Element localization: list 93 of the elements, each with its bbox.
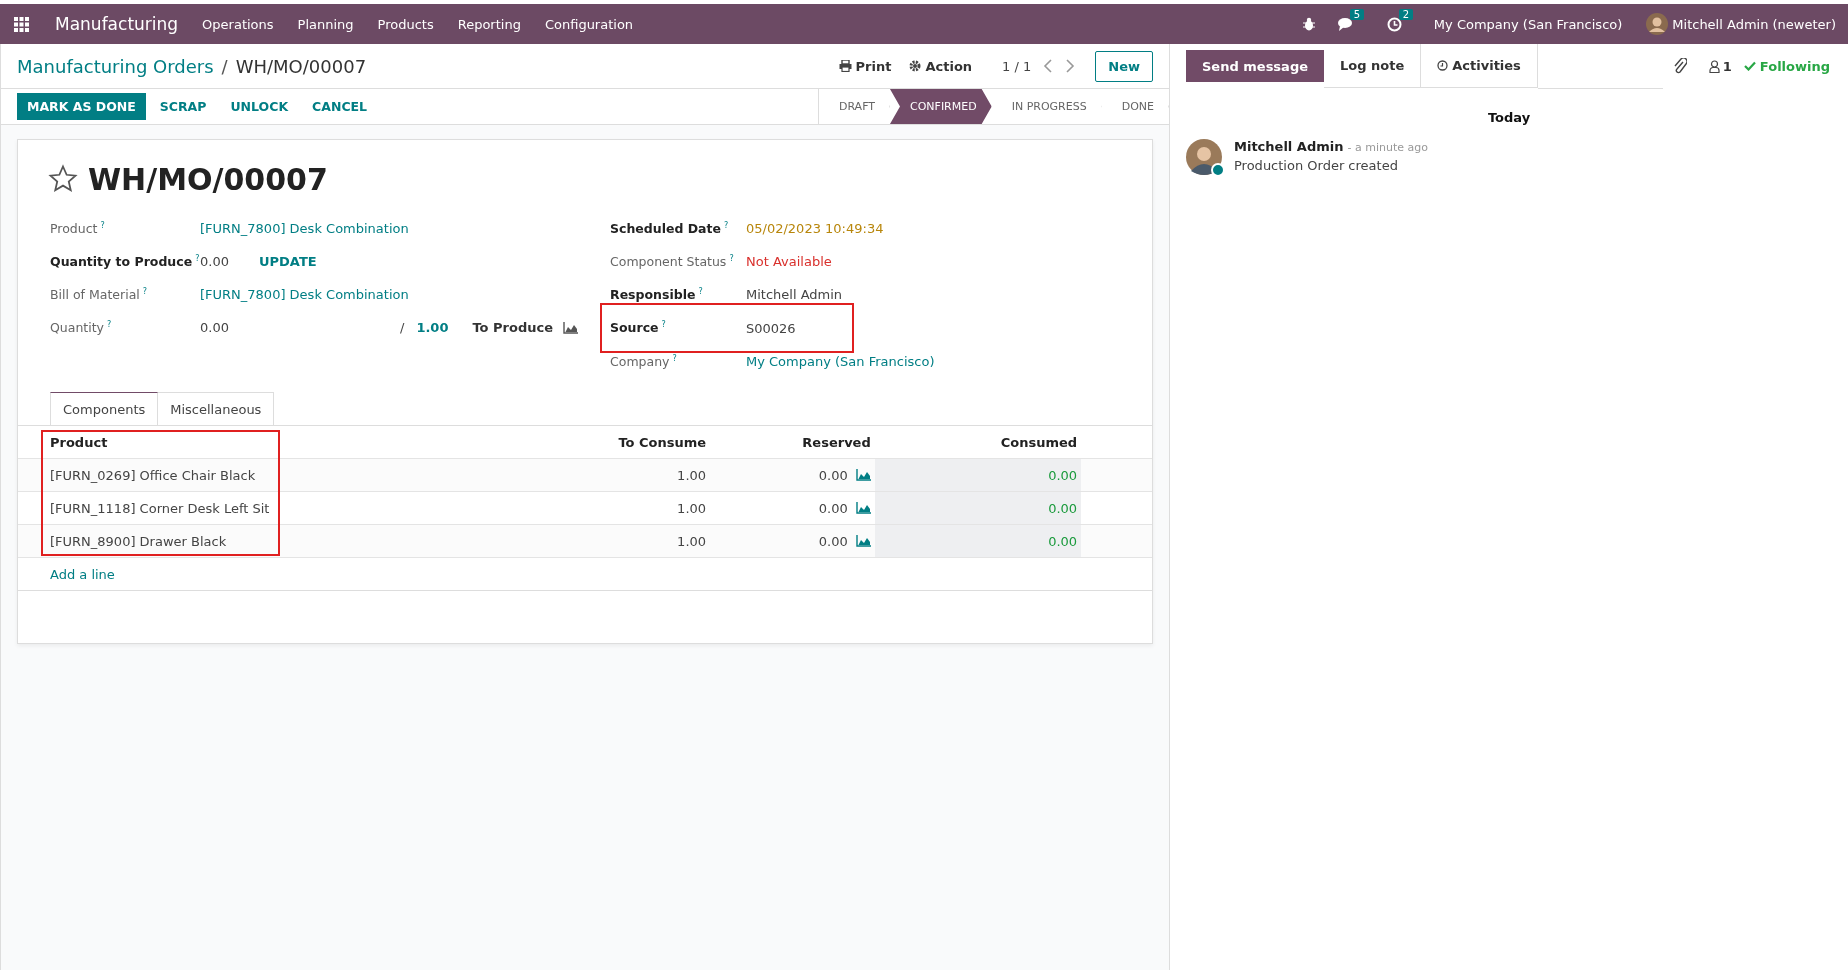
field-label: Company $^{?}$ xyxy=(610,353,678,370)
new-button[interactable]: New xyxy=(1095,50,1153,82)
field-label: Product $^{?}$ xyxy=(50,220,106,237)
table-cell: 1.00 xyxy=(514,458,711,492)
menu-item[interactable]: Reporting xyxy=(457,16,521,32)
add-line-link[interactable]: Add a line xyxy=(50,566,115,582)
table-cell: 0.00 xyxy=(874,491,1082,525)
company-switcher[interactable]: My Company (San Francisco) xyxy=(1433,16,1623,32)
notebook-tab[interactable]: Components xyxy=(50,392,159,426)
breadcrumb-separator: / xyxy=(221,55,228,77)
status-step[interactable]: DRAFT xyxy=(818,89,890,124)
clock-icon xyxy=(1437,60,1449,71)
separator-text: / xyxy=(400,320,405,335)
message-text: Production Order created xyxy=(1234,158,1399,173)
notebook-tab[interactable]: Miscellaneous xyxy=(158,392,275,426)
clock-icon[interactable] xyxy=(1386,16,1402,32)
log-note-button[interactable]: Log note xyxy=(1324,44,1421,88)
user-menu[interactable]: Mitchell Admin (neweter) xyxy=(1672,16,1836,32)
message-count-badge: 5 xyxy=(1349,8,1365,20)
field-label: Responsible $^{?}$ xyxy=(610,286,704,303)
field-label: Quantity $^{?}$ xyxy=(50,319,113,336)
action-button[interactable]: UNLOCK xyxy=(220,93,299,120)
field-label: Component Status $^{?}$ xyxy=(610,253,735,270)
field-label: Bill of Material $^{?}$ xyxy=(50,286,149,303)
user-avatar-icon[interactable] xyxy=(1646,13,1669,35)
action-button[interactable]: SCRAP xyxy=(149,93,217,120)
field-value[interactable]: 0.00 xyxy=(200,254,229,269)
breadcrumb-current: WH/MO/00007 xyxy=(235,55,367,77)
menu-item[interactable]: Configuration xyxy=(544,16,634,32)
area-chart-icon[interactable] xyxy=(855,535,871,547)
status-step[interactable]: DONE xyxy=(1101,89,1169,124)
printer-icon xyxy=(838,60,852,72)
status-step[interactable]: CONFIRMED xyxy=(890,89,992,124)
table-cell: [FURN_0269] Office Chair Black xyxy=(18,458,515,492)
pager-value: 1 / 1 xyxy=(1002,58,1032,74)
field-link[interactable]: My Company (San Francisco) xyxy=(746,354,935,369)
table-cell: 0.00 xyxy=(818,467,848,483)
menu-item[interactable]: Products xyxy=(377,16,434,32)
message-time: - a minute ago xyxy=(1347,141,1429,154)
action-button[interactable]: CANCEL xyxy=(302,93,378,120)
table-cell: 1.00 xyxy=(514,524,711,558)
print-button[interactable]: Print xyxy=(838,58,892,74)
field-label: To Produce xyxy=(472,320,554,335)
column-header[interactable]: To Consume xyxy=(514,426,711,459)
table-cell: [FURN_8900] Drawer Black xyxy=(18,524,515,558)
record-title: WH/MO/00007 xyxy=(88,161,328,197)
table-cell: 1.00 xyxy=(514,491,711,525)
column-header[interactable]: Consumed xyxy=(874,426,1082,459)
menu-item[interactable]: Operations xyxy=(202,16,274,32)
app-name[interactable]: Manufacturing xyxy=(55,14,179,34)
field-value: Not Available xyxy=(746,254,832,269)
field-label: Quantity to Produce $^{?}$ xyxy=(50,253,200,270)
activity-count-badge: 2 xyxy=(1398,8,1414,20)
menu-item[interactable]: Planning xyxy=(297,16,354,32)
area-chart-icon[interactable] xyxy=(563,321,579,334)
field-value: Mitchell Admin xyxy=(746,287,843,302)
table-cell: [FURN_1118] Corner Desk Left Sit xyxy=(18,491,515,525)
field-value: S00026 xyxy=(746,320,796,336)
area-chart-icon[interactable] xyxy=(855,469,871,481)
field-label: Source $^{?}$ xyxy=(610,320,667,336)
next-icon[interactable] xyxy=(1065,59,1076,73)
table-cell: 0.00 xyxy=(874,458,1082,492)
table-cell: 0.00 xyxy=(818,500,848,516)
apps-grid-icon[interactable] xyxy=(14,16,29,32)
quantity-field[interactable]: 0.00 xyxy=(200,320,400,335)
field-value: 05/02/2023 10:49:34 xyxy=(746,221,884,236)
field-link[interactable]: [FURN_7800] Desk Combination xyxy=(200,287,409,302)
field-label: Scheduled Date $^{?}$ xyxy=(610,220,730,237)
activities-button[interactable]: Activities xyxy=(1420,44,1538,88)
area-chart-icon[interactable] xyxy=(855,502,871,514)
gear-icon xyxy=(909,60,922,72)
table-cell: 0.00 xyxy=(818,533,848,549)
chat-icon[interactable] xyxy=(1337,16,1355,32)
field-link[interactable]: [FURN_7800] Desk Combination xyxy=(200,221,409,236)
action-button[interactable]: MARK AS DONE xyxy=(17,93,146,120)
total-value: 1.00 xyxy=(416,320,449,335)
bug-icon[interactable] xyxy=(1301,17,1316,31)
person-icon xyxy=(1708,59,1720,73)
star-icon[interactable] xyxy=(48,164,78,194)
avatar-icon xyxy=(1186,139,1222,175)
update-button[interactable]: UPDATE xyxy=(258,254,317,269)
breadcrumb-link[interactable]: Manufacturing Orders xyxy=(17,55,214,77)
previous-icon[interactable] xyxy=(1043,59,1054,73)
status-step[interactable]: IN PROGRESS xyxy=(991,89,1102,124)
action-button[interactable]: Action xyxy=(909,58,973,74)
column-header[interactable]: Reserved xyxy=(710,426,875,459)
checkmark-icon xyxy=(1743,61,1756,71)
send-message-button[interactable]: Send message xyxy=(1186,50,1324,82)
message-author: Mitchell Admin xyxy=(1234,139,1344,154)
column-header[interactable]: Product xyxy=(18,426,515,459)
table-cell: 0.00 xyxy=(874,524,1082,558)
followers-button[interactable]: 1 xyxy=(1708,58,1732,74)
paperclip-icon[interactable] xyxy=(1672,58,1687,74)
